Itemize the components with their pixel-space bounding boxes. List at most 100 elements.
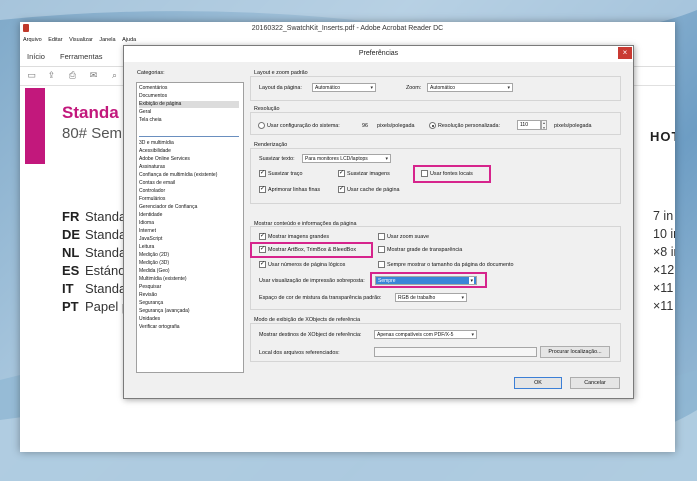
system-resolution-label: Usar configuração do sistema: [267,123,340,129]
category-item[interactable]: Confiança de multimídia (existente) [139,172,217,179]
category-item[interactable]: JavaScript [139,236,162,243]
category-item[interactable]: Formulários [139,196,165,203]
lang-row-fr: FR Standa [62,209,126,224]
blend-space-label: Espaço de cor de mistura da transparênci… [259,295,382,301]
category-item[interactable]: Tela cheia [139,117,162,124]
size-value: ×8 in / 2 [653,245,675,259]
category-item[interactable]: 3D e multimídia [139,140,174,147]
category-divider [139,136,239,137]
doc-subheading: 80# Sem [62,125,123,142]
smooth-text-select-value: Para monitores LCD/laptops [305,156,368,162]
doc-heading: Standa [62,103,119,122]
mail-icon[interactable]: ✉ [88,70,99,80]
logical-page-numbers-checkbox[interactable]: ✓ [259,261,266,268]
menu-arquivo[interactable]: Arquivo [23,37,42,43]
menu-visualizar[interactable]: Visualizar [69,37,93,43]
category-item[interactable]: Segurança [139,300,163,307]
artbox-checkbox[interactable]: ✓ [259,246,266,253]
chevron-down-icon: ▾ [385,156,388,162]
smooth-lines-checkbox[interactable]: ✓ [259,170,266,177]
category-item[interactable]: Documentos [139,93,167,100]
cancel-button[interactable]: Cancelar [570,377,620,389]
content-section-title: Mostrar conteúdo e informações da página [254,221,357,227]
xobject-location-field[interactable] [374,347,537,357]
overprint-label: Usar visualização de impressão sobrepost… [259,278,365,284]
dialog-titlebar: Preferências × [124,46,633,62]
chevron-down-icon: ▾ [471,332,474,338]
transparency-grid-checkbox[interactable] [378,246,385,253]
category-item[interactable]: Medição (2D) [139,252,169,259]
category-item[interactable]: Contas de email [139,180,175,187]
zoom-select-value: Automático [430,85,456,91]
zoom-select[interactable]: Automático ▾ [427,83,513,92]
overprint-select-value: Sempre [378,278,396,284]
smooth-zoom-checkbox[interactable] [378,233,385,240]
large-images-checkbox[interactable]: ✓ [259,233,266,240]
size-value: 7 in / 18× [653,209,675,223]
tab-ferramentas[interactable]: Ferramentas [60,52,103,61]
category-item-selected[interactable]: Exibição de página [139,101,239,108]
chevron-down-icon: ▾ [461,295,464,301]
print-icon[interactable]: ⎙ [67,70,78,80]
layout-select[interactable]: Automático ▾ [312,83,376,92]
category-item[interactable]: Pesquisar [139,284,161,291]
category-item[interactable]: Acessibilidade [139,148,171,155]
use-local-fonts-checkbox[interactable] [421,170,428,177]
tab-inicio[interactable]: Início [27,52,45,61]
categories-list[interactable]: Comentários Documentos Exibição de págin… [136,82,244,373]
page-cache-checkbox[interactable]: ✓ [338,186,345,193]
smooth-zoom-label: Usar zoom suave [387,234,429,240]
category-item[interactable]: Adobe Online Services [139,156,190,163]
menu-editar[interactable]: Editar [48,37,62,43]
ok-button[interactable]: OK [514,377,562,389]
smooth-text-select[interactable]: Para monitores LCD/laptops ▾ [302,154,391,163]
category-item[interactable]: Comentários [139,85,167,92]
category-item[interactable]: Geral [139,109,151,116]
category-item[interactable]: Assinaturas [139,164,165,171]
lang-row-es: ES Estánd [62,263,125,278]
category-item[interactable]: Gerenciador de Confiança [139,204,197,211]
search-icon[interactable]: ⌕ [109,70,120,80]
window-titlebar: 20160322_SwatchKit_Inserts.pdf - Adobe A… [20,22,675,36]
smooth-images-checkbox[interactable]: ✓ [338,170,345,177]
category-item[interactable]: Segurança (avançada) [139,308,190,315]
menu-janela[interactable]: Janela [99,37,115,43]
enhance-lines-label: Aprimorar linhas finas [268,187,321,193]
category-item[interactable]: Idioma [139,220,154,227]
system-resolution-radio[interactable] [258,122,265,129]
save-icon[interactable]: ▭ [26,70,37,80]
browse-location-button[interactable]: Procurar localização... [540,346,610,358]
category-item[interactable]: Controlador [139,188,165,195]
category-item[interactable]: Multimídia (existente) [139,276,187,283]
size-value: ×11 in / 3 [653,281,675,295]
enhance-lines-checkbox[interactable]: ✓ [259,186,266,193]
custom-resolution-input[interactable]: 110 [517,120,541,130]
artbox-label: Mostrar ArtBox, TrimBox & BleedBox [268,247,357,253]
lang-code: ES [62,263,80,278]
category-item[interactable]: Revisão [139,292,157,299]
category-item[interactable]: Verificar ortografia [139,324,180,331]
menu-ajuda[interactable]: Ajuda [122,37,136,43]
custom-resolution-radio[interactable] [429,122,436,129]
category-item[interactable]: Medida (Geo) [139,268,170,275]
resolution-stepper[interactable]: ▴ ▾ [541,120,547,130]
logical-page-numbers-label: Usar números de página lógicos [268,262,346,268]
chevron-down-icon: ▾ [469,277,474,284]
always-show-size-checkbox[interactable] [378,261,385,268]
category-item[interactable]: Medição (3D) [139,260,169,267]
xobject-targets-select[interactable]: Apenas compatíveis com PDF/X-5 ▾ [374,330,477,339]
category-item[interactable]: Identidade [139,212,162,219]
category-item[interactable]: Unidades [139,316,160,323]
zoom-label: Zoom: [406,85,422,91]
blend-space-select[interactable]: RGB de trabalho ▾ [395,293,467,302]
smooth-images-label: Suavizar imagens [347,171,390,177]
xobject-targets-label: Mostrar destinos de XObject de referênci… [259,332,362,338]
chevron-down-icon: ▾ [507,85,510,91]
upload-icon[interactable]: ⇪ [46,70,57,80]
overprint-select[interactable]: Sempre ▾ [375,276,477,285]
category-item[interactable]: Internet [139,228,156,235]
category-item[interactable]: Leitura [139,244,154,251]
chevron-down-icon: ▾ [370,85,373,91]
dialog-title: Preferências [358,50,399,57]
close-icon[interactable]: × [618,47,632,59]
